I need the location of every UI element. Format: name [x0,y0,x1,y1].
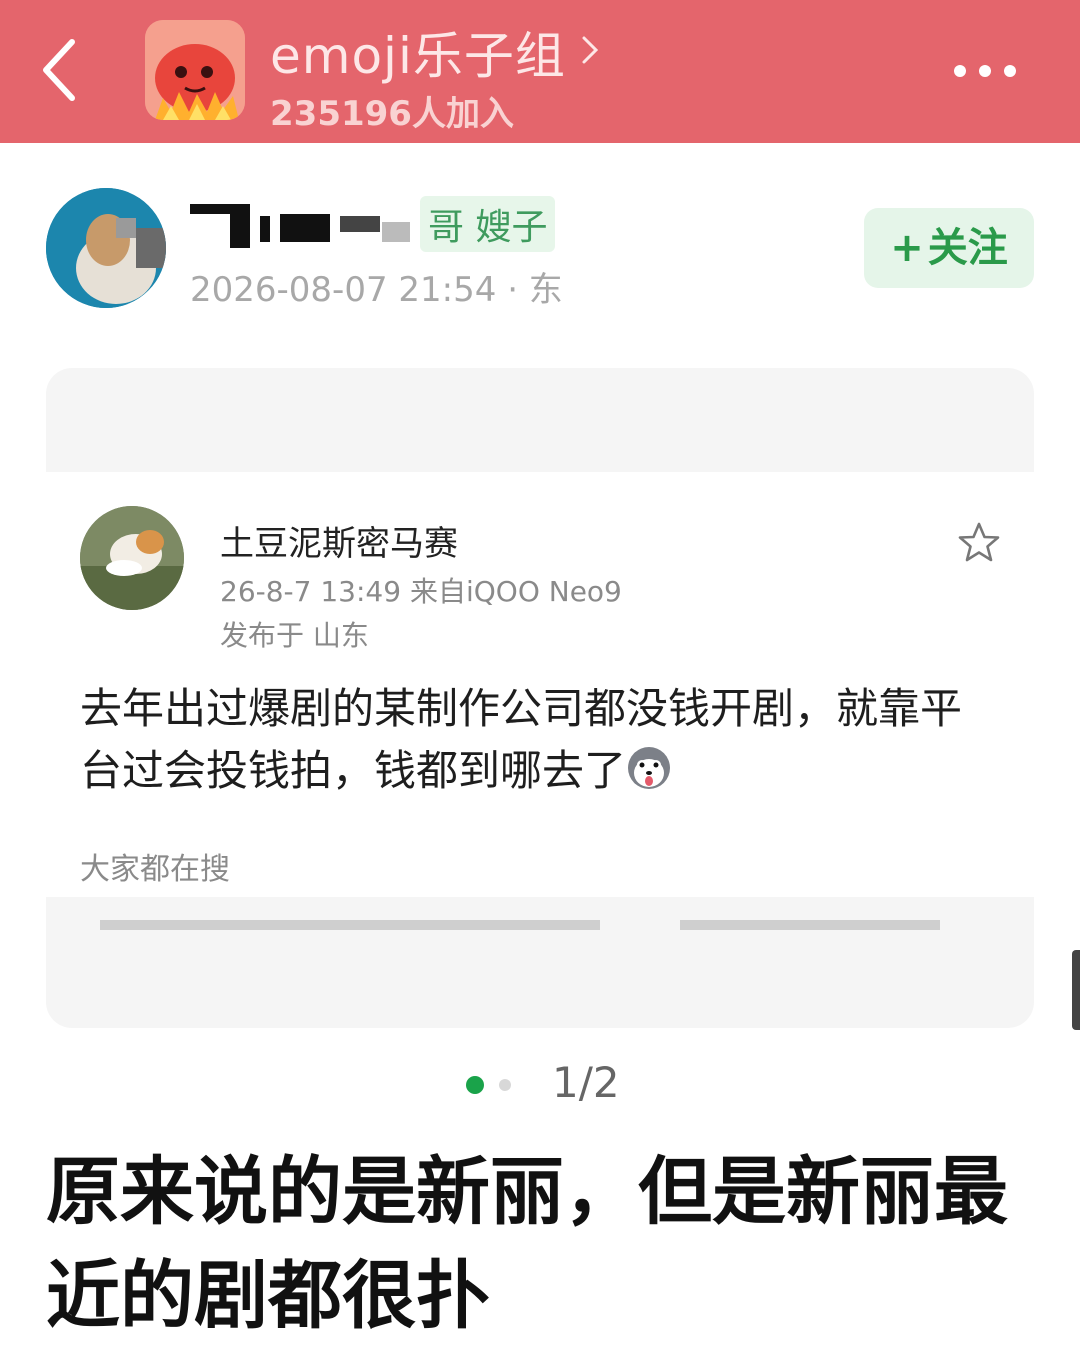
post-location: 发布于 山东 [220,619,369,652]
chevron-right-icon[interactable] [578,30,602,70]
trending-search-label: 大家都在搜 [80,852,230,887]
post-user-avatar[interactable] [80,506,184,610]
post-body: 去年出过爆剧的某制作公司都没钱开剧，就靠平台过会投钱拍，钱都到哪去了 [80,678,980,802]
page-counter: 1/2 [552,1058,620,1107]
group-name[interactable]: emoji乐子组 [270,16,566,88]
group-avatar[interactable] [145,20,245,120]
caption-text: 原来说的是新丽，但是新丽最近的剧都很扑 [46,1149,1008,1339]
post-timestamp: 26-8-7 13:49 来自iQOO Neo9 [220,575,622,608]
back-icon[interactable] [30,30,90,110]
author-meta: 2026-08-07 21:54 · 东 [190,270,563,310]
group-header: emoji乐子组 235196人加入 [0,0,1080,143]
dog-photo-icon [46,188,166,308]
post-body-text: 去年出过爆剧的某制作公司都没钱开剧，就靠平台过会投钱拍，钱都到哪去了 [80,684,963,795]
follow-button[interactable]: + 关注 [864,208,1034,288]
scroll-indicator [1072,950,1080,1030]
star-icon[interactable] [956,520,1002,566]
cat-photo-icon [80,506,184,610]
follow-label: 关注 [927,225,1008,271]
pager-dot-active[interactable] [466,1076,484,1094]
author-name-redacted [190,204,410,248]
plus-icon: + [890,225,924,271]
post-username[interactable]: 土豆泥斯密马赛 [220,516,458,565]
trending-search-items [100,920,940,930]
author-tag: 哥 嫂子 [420,196,556,252]
author-avatar[interactable] [46,188,166,308]
more-icon[interactable] [948,54,1022,88]
group-member-count: 235196人加入 [270,94,514,134]
husky-emoji-icon [628,747,671,789]
pager-dot[interactable] [499,1079,511,1091]
fire-monster-icon [145,20,245,120]
